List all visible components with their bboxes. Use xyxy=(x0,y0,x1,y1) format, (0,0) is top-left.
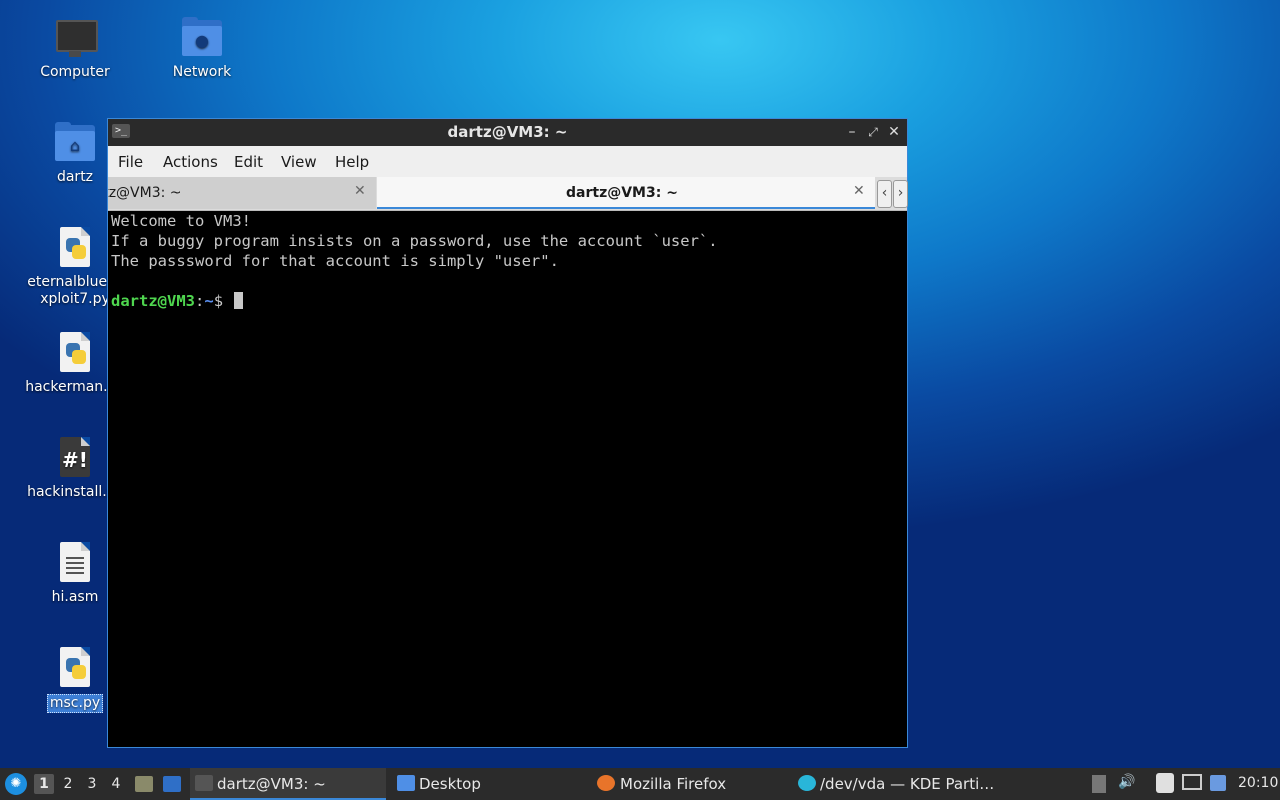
terminal-prompt: dartz@VM3:~$ xyxy=(111,291,907,311)
partition-manager-icon xyxy=(798,775,816,791)
tab-close-icon[interactable]: ✕ xyxy=(853,183,865,199)
task-terminal[interactable]: dartz@VM3: ~ xyxy=(190,768,386,800)
taskbar: ✺ 1 2 3 4 dartz@VM3: ~ Desktop Mozilla F… xyxy=(0,768,1280,800)
menu-view[interactable]: View xyxy=(281,153,317,171)
maximize-icon[interactable]: ⤢ xyxy=(864,122,882,142)
terminal-line: Welcome to VM3! xyxy=(111,212,251,230)
menu-help[interactable]: Help xyxy=(335,153,369,171)
python-file-icon xyxy=(53,331,97,375)
tray-expand-icon[interactable] xyxy=(1092,775,1106,793)
network-folder-icon: ● xyxy=(180,16,224,60)
network-icon[interactable] xyxy=(1182,774,1202,790)
workspace-1[interactable]: 1 xyxy=(34,774,54,794)
home-folder-icon: ⌂ xyxy=(53,121,97,165)
clipboard-icon[interactable] xyxy=(1156,773,1174,793)
text-cursor xyxy=(234,292,244,309)
workspace-4[interactable]: 4 xyxy=(106,774,126,794)
terminal-window[interactable]: >_ dartz@VM3: ~ – ⤢ ✕ File Actions Edit … xyxy=(107,118,908,748)
tab-bar: dartz@VM3: ~ ✕ dartz@VM3: ~ ✕ ‹ › xyxy=(108,177,908,211)
tab-terminal-2[interactable]: dartz@VM3: ~ ✕ xyxy=(377,177,875,209)
workspace-3[interactable]: 3 xyxy=(82,774,102,794)
task-desktop[interactable]: Desktop xyxy=(392,768,582,798)
file-manager-icon[interactable] xyxy=(135,776,153,792)
menubar: File Actions Edit View Help xyxy=(108,146,907,177)
tab-scroll-left-icon[interactable]: ‹ xyxy=(877,180,892,208)
clock[interactable]: 20:10 xyxy=(1238,775,1278,791)
menu-file[interactable]: File xyxy=(118,153,143,171)
minimize-icon[interactable]: – xyxy=(843,122,861,142)
tab-terminal-1[interactable]: dartz@VM3: ~ ✕ xyxy=(108,177,376,209)
task-kde-partition[interactable]: /dev/vda — KDE Parti… xyxy=(795,768,995,798)
update-notifier-icon[interactable] xyxy=(1210,775,1226,791)
shell-script-icon: #! xyxy=(53,436,97,480)
workspace-2[interactable]: 2 xyxy=(58,774,78,794)
window-titlebar[interactable]: >_ dartz@VM3: ~ – ⤢ ✕ xyxy=(108,119,907,146)
text-file-icon xyxy=(53,541,97,585)
menu-actions[interactable]: Actions xyxy=(163,153,218,171)
desktop-icon-computer[interactable]: Computer xyxy=(15,16,135,81)
folder-icon xyxy=(397,775,415,791)
menu-edit[interactable]: Edit xyxy=(234,153,263,171)
tab-scroll-right-icon[interactable]: › xyxy=(893,180,908,208)
computer-icon xyxy=(53,16,98,60)
terminal-output[interactable]: Welcome to VM3! If a buggy program insis… xyxy=(110,211,907,747)
python-file-icon xyxy=(53,226,97,270)
tab-close-icon[interactable]: ✕ xyxy=(354,183,366,199)
terminal-icon xyxy=(195,775,213,791)
terminal-line: If a buggy program insists on a password… xyxy=(111,232,718,250)
app-menu-icon[interactable]: ✺ xyxy=(5,773,27,795)
terminal-line: The passsword for that account is simply… xyxy=(111,252,559,270)
firefox-icon xyxy=(597,775,615,791)
desktop-icon-network[interactable]: ● Network xyxy=(142,16,262,81)
python-file-icon xyxy=(53,646,97,690)
show-desktop-icon[interactable] xyxy=(163,776,181,792)
task-firefox[interactable]: Mozilla Firefox xyxy=(592,768,782,798)
close-icon[interactable]: ✕ xyxy=(885,122,903,142)
window-title: dartz@VM3: ~ xyxy=(447,123,568,141)
volume-icon[interactable]: 🔊 xyxy=(1118,774,1135,790)
